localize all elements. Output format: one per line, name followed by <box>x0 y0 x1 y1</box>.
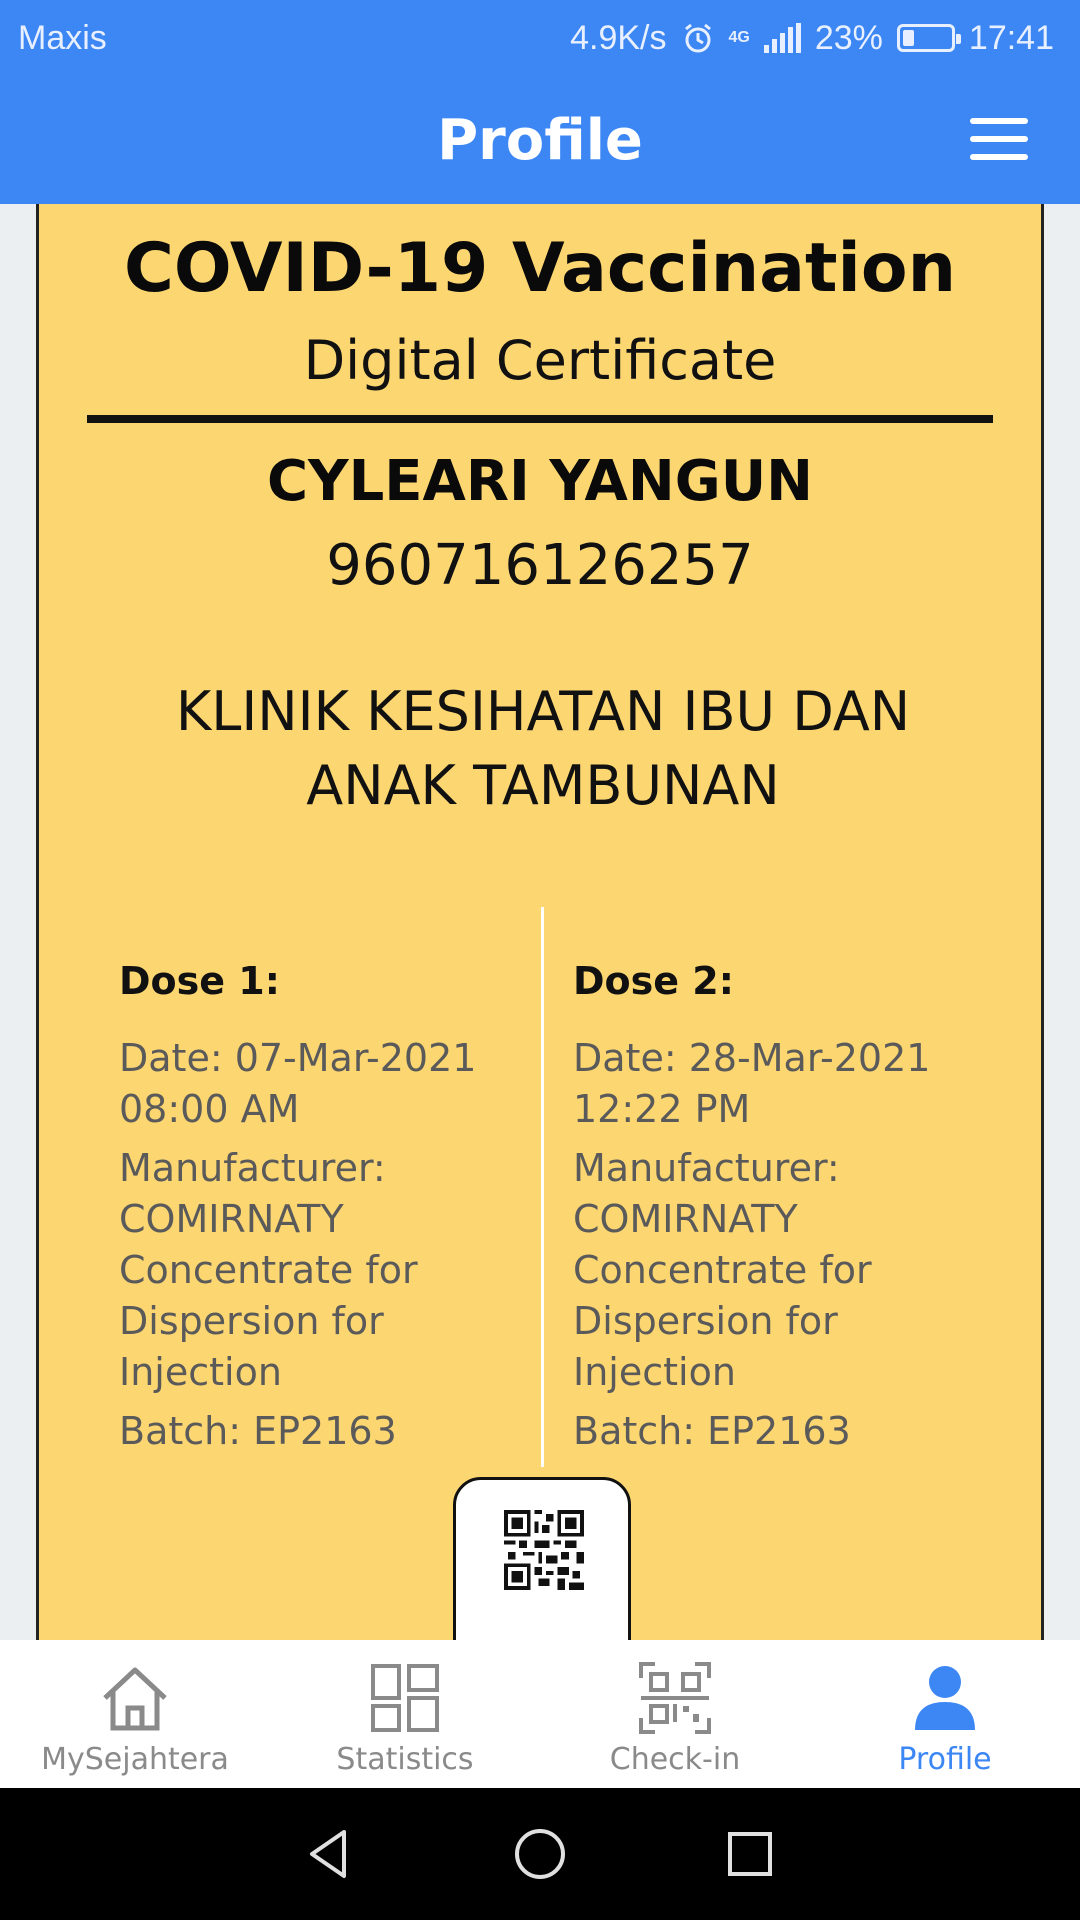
battery-percent: 23% <box>814 18 883 57</box>
dose-batch: Batch: EP2163 <box>573 1409 851 1453</box>
certificate-divider <box>87 415 993 423</box>
manufacturer-label: Manufacturer: <box>573 1146 840 1190</box>
alarm-icon <box>684 23 711 53</box>
holder-name: CYLEARI YANGUN <box>266 449 814 514</box>
manufacturer-label: Manufacturer: <box>119 1146 386 1190</box>
nav-label: Check-in <box>609 1742 741 1777</box>
bottom-navigation: MySejahtera Statistics Check-in Profile <box>0 1640 1080 1788</box>
carrier-label: Maxis <box>18 18 107 57</box>
dose-1-details: Dose 1: Date: 07-Mar-2021 08:00 AM Manuf… <box>119 959 519 1465</box>
recent-apps-icon[interactable] <box>720 1824 780 1884</box>
page-title: Profile <box>437 107 643 173</box>
manufacturer-line: Concentrate for <box>573 1248 872 1292</box>
app-bar: Profile <box>0 76 1080 204</box>
facility-line: ANAK TAMBUNAN <box>306 754 780 817</box>
grid-icon <box>371 1664 439 1732</box>
manufacturer-line: Concentrate for <box>119 1248 418 1292</box>
nav-label: MySejahtera <box>41 1742 229 1777</box>
dose-date: Date: 07-Mar-2021 08:00 AM <box>119 1033 519 1135</box>
dose-date-day: Date: 28-Mar-2021 <box>573 1036 931 1080</box>
signal-icon <box>763 23 801 53</box>
nav-item-profile[interactable]: Profile <box>810 1640 1080 1788</box>
dose-heading: Dose 2: <box>573 959 734 1003</box>
vaccination-facility: KLINIK KESIHATAN IBU DAN ANAK TAMBUNAN <box>99 675 987 823</box>
dose-date-day: Date: 07-Mar-2021 <box>119 1036 477 1080</box>
dose-date-time: 12:22 PM <box>573 1087 751 1131</box>
network-type: 4G <box>728 29 750 46</box>
holder-id-number: 960716126257 <box>326 533 754 598</box>
battery-icon <box>896 24 961 52</box>
network-speed: 4.9K/s <box>570 18 667 57</box>
hamburger-menu-icon[interactable] <box>970 118 1028 160</box>
nav-label: Statistics <box>336 1742 474 1777</box>
dose-manufacturer: Manufacturer: COMIRNATY Concentrate for … <box>573 1143 973 1398</box>
qr-scan-icon <box>639 1662 711 1734</box>
qr-code-tab[interactable] <box>453 1477 631 1640</box>
manufacturer-line: COMIRNATY <box>119 1197 344 1241</box>
system-navigation-bar <box>0 1788 1080 1920</box>
dose-divider <box>541 907 544 1467</box>
vaccination-certificate-card: COVID-19 Vaccination Digital Certificate… <box>36 204 1044 1640</box>
dose-section: Dose 1: Date: 07-Mar-2021 08:00 AM Manuf… <box>39 907 1041 1467</box>
dose-date: Date: 28-Mar-2021 12:22 PM <box>573 1033 973 1135</box>
home-circle-icon[interactable] <box>510 1824 570 1884</box>
dose-date-time: 08:00 AM <box>119 1087 300 1131</box>
manufacturer-line: Injection <box>119 1350 282 1394</box>
nav-item-mysejahtera[interactable]: MySejahtera <box>0 1640 270 1788</box>
manufacturer-line: Dispersion for <box>119 1299 384 1343</box>
status-bar: Maxis 4.9K/s 4G 23% 17:41 <box>0 0 1080 76</box>
dose-2-details: Dose 2: Date: 28-Mar-2021 12:22 PM Manuf… <box>573 959 973 1465</box>
nav-item-check-in[interactable]: Check-in <box>540 1640 810 1788</box>
profile-content[interactable]: COVID-19 Vaccination Digital Certificate… <box>0 204 1080 1640</box>
manufacturer-line: Injection <box>573 1350 736 1394</box>
certificate-subtitle: Digital Certificate <box>303 329 777 392</box>
nav-label: Profile <box>898 1742 992 1777</box>
clock: 17:41 <box>968 18 1054 57</box>
home-icon <box>103 1667 167 1731</box>
certificate-title: COVID-19 Vaccination <box>123 229 956 308</box>
dose-batch: Batch: EP2163 <box>119 1409 397 1453</box>
battery-level <box>902 30 914 46</box>
manufacturer-line: Dispersion for <box>573 1299 838 1343</box>
status-indicators: 4.9K/s 4G 23% 17:41 <box>570 19 1054 58</box>
dose-heading: Dose 1: <box>119 959 280 1003</box>
back-icon[interactable] <box>300 1824 360 1884</box>
manufacturer-line: COMIRNATY <box>573 1197 798 1241</box>
qr-code-icon <box>504 1510 584 1590</box>
dose-manufacturer: Manufacturer: COMIRNATY Concentrate for … <box>119 1143 519 1398</box>
facility-line: KLINIK KESIHATAN IBU DAN <box>175 680 911 743</box>
nav-item-statistics[interactable]: Statistics <box>270 1640 540 1788</box>
person-icon <box>915 1666 975 1730</box>
